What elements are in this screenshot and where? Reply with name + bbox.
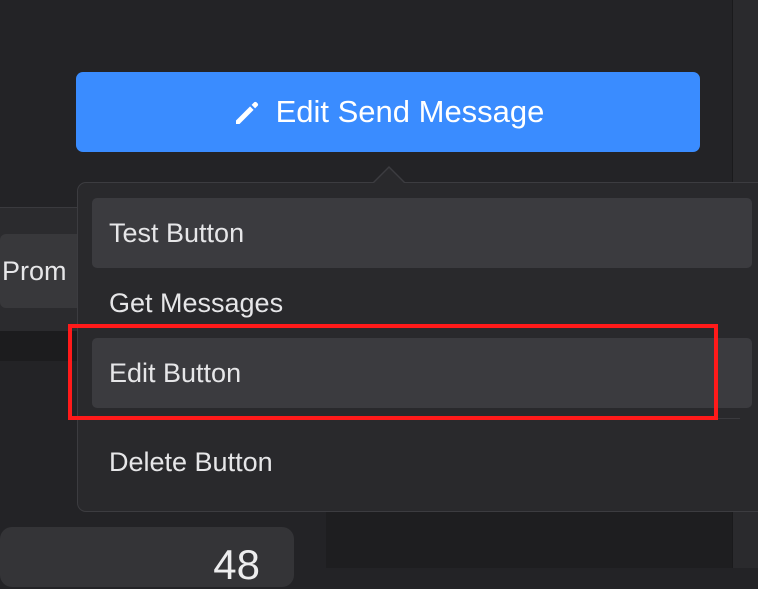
stat-number: 48 bbox=[213, 541, 260, 588]
pencil-icon bbox=[232, 96, 264, 128]
dropdown-caret-fill bbox=[373, 168, 405, 184]
background-stat-card: 48 bbox=[0, 527, 294, 588]
menu-item-label: Test Button bbox=[109, 217, 245, 248]
prom-label: Prom bbox=[2, 256, 67, 286]
menu-item-test-button[interactable]: Test Button bbox=[92, 198, 752, 268]
annotation-highlight-box bbox=[68, 324, 718, 420]
edit-send-message-button[interactable]: Edit Send Message bbox=[76, 72, 700, 152]
menu-item-label: Delete Button bbox=[109, 446, 273, 477]
edit-send-message-label: Edit Send Message bbox=[275, 94, 545, 129]
menu-item-delete-button[interactable]: Delete Button bbox=[92, 427, 752, 497]
menu-item-label: Get Messages bbox=[109, 287, 284, 318]
